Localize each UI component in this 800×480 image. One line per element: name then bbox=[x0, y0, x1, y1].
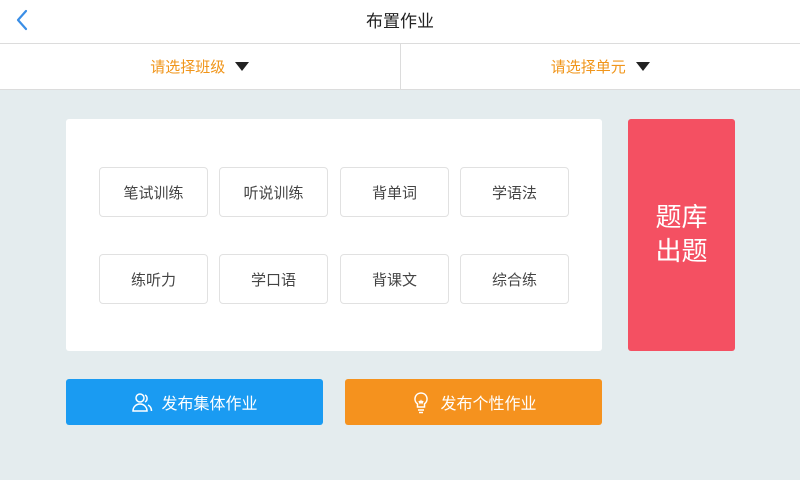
title-bar: 布置作业 bbox=[0, 0, 800, 44]
practice-words-button[interactable]: 背单词 bbox=[340, 167, 449, 217]
back-button[interactable] bbox=[4, 0, 40, 44]
users-icon bbox=[131, 391, 153, 413]
lightbulb-icon bbox=[410, 390, 432, 414]
unit-select[interactable]: 请选择单元 bbox=[399, 44, 800, 89]
publish-personal-homework-button[interactable]: 发布个性作业 bbox=[345, 379, 602, 425]
practice-listen-speak-button[interactable]: 听说训练 bbox=[219, 167, 328, 217]
publish-group-homework-button[interactable]: 发布集体作业 bbox=[66, 379, 323, 425]
caret-down-icon bbox=[635, 62, 650, 71]
practice-recite-text-button[interactable]: 背课文 bbox=[340, 254, 449, 304]
question-bank-line2: 出题 bbox=[655, 237, 708, 267]
practice-written-button[interactable]: 笔试训练 bbox=[99, 167, 208, 217]
chevron-left-icon bbox=[15, 9, 29, 35]
practice-listening-button[interactable]: 练听力 bbox=[99, 254, 208, 304]
question-bank-line1: 题库 bbox=[655, 203, 708, 233]
caret-down-icon bbox=[235, 62, 250, 71]
practice-type-panel: 笔试训练 听说训练 背单词 学语法 练听力 学口语 背课文 综合练 bbox=[66, 119, 602, 351]
practice-comprehensive-button[interactable]: 综合练 bbox=[460, 254, 569, 304]
unit-select-label: 请选择单元 bbox=[550, 58, 626, 76]
question-bank-button[interactable]: 题库 出题 bbox=[628, 119, 735, 351]
publish-group-homework-label: 发布集体作业 bbox=[161, 394, 258, 413]
publish-personal-homework-label: 发布个性作业 bbox=[440, 394, 537, 413]
class-select[interactable]: 请选择班级 bbox=[0, 44, 400, 89]
page-title: 布置作业 bbox=[366, 12, 434, 32]
class-select-label: 请选择班级 bbox=[150, 58, 226, 76]
filter-bar: 请选择班级 请选择单元 bbox=[0, 44, 800, 90]
practice-grammar-button[interactable]: 学语法 bbox=[460, 167, 569, 217]
practice-speaking-button[interactable]: 学口语 bbox=[219, 254, 328, 304]
